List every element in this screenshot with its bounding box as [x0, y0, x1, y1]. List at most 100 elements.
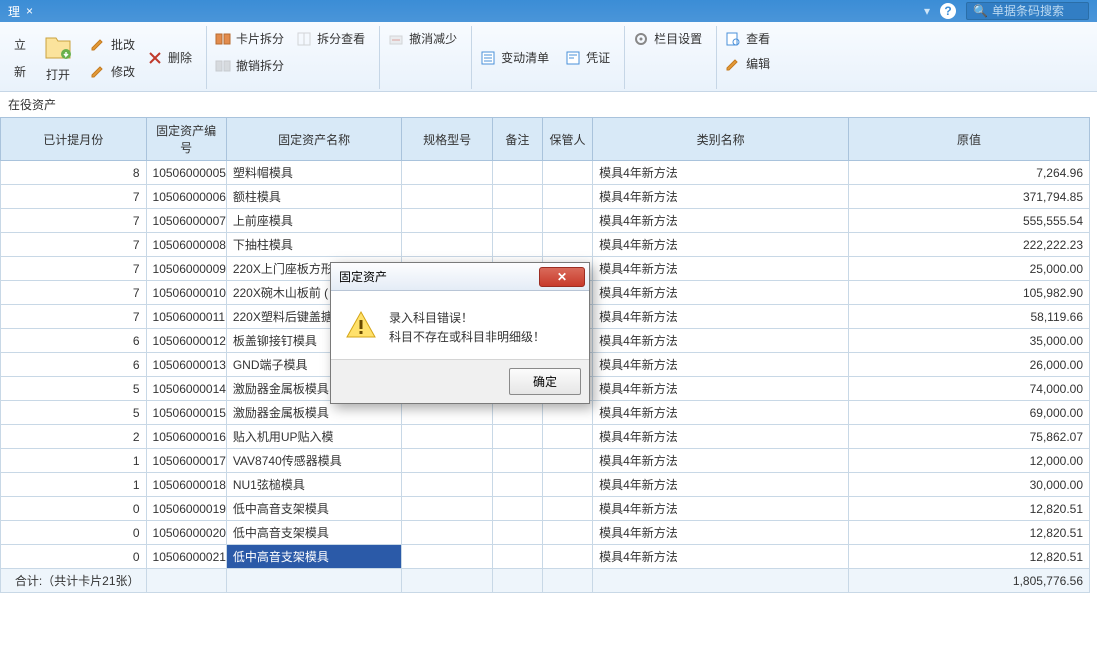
- cell-cat[interactable]: 模具4年新方法: [593, 377, 849, 401]
- cell-value[interactable]: 74,000.00: [849, 377, 1090, 401]
- cell-keeper[interactable]: [542, 425, 592, 449]
- cell-value[interactable]: 69,000.00: [849, 401, 1090, 425]
- cell-month[interactable]: 0: [1, 521, 147, 545]
- table-row[interactable]: 110506000017VAV8740传感器模具模具4年新方法12,000.00: [1, 449, 1090, 473]
- cell-note[interactable]: [492, 425, 542, 449]
- cell-code[interactable]: 10506000021: [146, 545, 226, 569]
- cell-code[interactable]: 10506000020: [146, 521, 226, 545]
- cell-code[interactable]: 10506000011: [146, 305, 226, 329]
- split-view-button[interactable]: 拆分查看: [292, 28, 369, 49]
- help-icon[interactable]: ?: [940, 3, 956, 19]
- cell-keeper[interactable]: [542, 521, 592, 545]
- cell-value[interactable]: 12,000.00: [849, 449, 1090, 473]
- delete-button[interactable]: 删除: [143, 47, 196, 68]
- cell-note[interactable]: [492, 497, 542, 521]
- cell-cat[interactable]: 模具4年新方法: [593, 185, 849, 209]
- tool-new-bottom[interactable]: 新: [10, 61, 30, 82]
- cell-cat[interactable]: 模具4年新方法: [593, 473, 849, 497]
- edit-button[interactable]: 编辑: [721, 53, 774, 74]
- cell-code[interactable]: 10506000007: [146, 209, 226, 233]
- dialog-ok-button[interactable]: 确定: [509, 368, 581, 395]
- cell-code[interactable]: 10506000013: [146, 353, 226, 377]
- cell-cat[interactable]: 模具4年新方法: [593, 209, 849, 233]
- cell-month[interactable]: 7: [1, 185, 147, 209]
- dialog-titlebar[interactable]: 固定资产 ✕: [331, 263, 589, 291]
- cell-note[interactable]: [492, 161, 542, 185]
- cell-name[interactable]: 贴入机用UP贴入模: [226, 425, 402, 449]
- cell-month[interactable]: 7: [1, 209, 147, 233]
- col-header-note[interactable]: 备注: [492, 118, 542, 161]
- change-list-button[interactable]: 变动清单: [476, 28, 553, 87]
- cell-month[interactable]: 5: [1, 401, 147, 425]
- horizontal-scrollbar[interactable]: [4, 601, 1092, 617]
- card-split-button[interactable]: 卡片拆分: [211, 28, 288, 49]
- table-row[interactable]: 710506000006额柱模具模具4年新方法371,794.85: [1, 185, 1090, 209]
- cell-value[interactable]: 75,862.07: [849, 425, 1090, 449]
- cell-spec[interactable]: [402, 161, 492, 185]
- undo-split-button[interactable]: 撤销拆分: [211, 55, 288, 76]
- search-input[interactable]: [992, 4, 1082, 18]
- cell-spec[interactable]: [402, 449, 492, 473]
- table-row[interactable]: 710506000007上前座模具模具4年新方法555,555.54: [1, 209, 1090, 233]
- cell-code[interactable]: 10506000014: [146, 377, 226, 401]
- cell-month[interactable]: 0: [1, 497, 147, 521]
- cell-code[interactable]: 10506000015: [146, 401, 226, 425]
- cell-code[interactable]: 10506000018: [146, 473, 226, 497]
- cell-cat[interactable]: 模具4年新方法: [593, 281, 849, 305]
- col-header-name[interactable]: 固定资产名称: [226, 118, 402, 161]
- cell-name[interactable]: 上前座模具: [226, 209, 402, 233]
- cell-cat[interactable]: 模具4年新方法: [593, 257, 849, 281]
- cell-value[interactable]: 25,000.00: [849, 257, 1090, 281]
- table-row[interactable]: 010506000021低中高音支架模具模具4年新方法12,820.51: [1, 545, 1090, 569]
- cell-name[interactable]: 额柱模具: [226, 185, 402, 209]
- cell-cat[interactable]: 模具4年新方法: [593, 449, 849, 473]
- cell-month[interactable]: 0: [1, 545, 147, 569]
- cell-keeper[interactable]: [542, 161, 592, 185]
- cell-cat[interactable]: 模具4年新方法: [593, 545, 849, 569]
- cell-cat[interactable]: 模具4年新方法: [593, 401, 849, 425]
- table-row[interactable]: 010506000019低中高音支架模具模具4年新方法12,820.51: [1, 497, 1090, 521]
- cell-code[interactable]: 10506000008: [146, 233, 226, 257]
- cell-code[interactable]: 10506000009: [146, 257, 226, 281]
- batch-button[interactable]: 批改: [86, 34, 139, 55]
- cell-name[interactable]: 低中高音支架模具: [226, 545, 402, 569]
- cell-month[interactable]: 8: [1, 161, 147, 185]
- cell-value[interactable]: 30,000.00: [849, 473, 1090, 497]
- cell-spec[interactable]: [402, 233, 492, 257]
- cell-value[interactable]: 35,000.00: [849, 329, 1090, 353]
- cell-note[interactable]: [492, 521, 542, 545]
- dialog-close-button[interactable]: ✕: [539, 267, 585, 287]
- col-header-month[interactable]: 已计提月份: [1, 118, 147, 161]
- cell-spec[interactable]: [402, 473, 492, 497]
- cell-note[interactable]: [492, 545, 542, 569]
- view-button[interactable]: 查看: [721, 28, 774, 49]
- cell-note[interactable]: [492, 449, 542, 473]
- cell-value[interactable]: 105,982.90: [849, 281, 1090, 305]
- cell-value[interactable]: 7,264.96: [849, 161, 1090, 185]
- table-row[interactable]: 710506000008下抽柱模具模具4年新方法222,222.23: [1, 233, 1090, 257]
- cell-value[interactable]: 26,000.00: [849, 353, 1090, 377]
- cell-cat[interactable]: 模具4年新方法: [593, 497, 849, 521]
- cell-month[interactable]: 6: [1, 353, 147, 377]
- cell-spec[interactable]: [402, 185, 492, 209]
- cell-month[interactable]: 1: [1, 449, 147, 473]
- cell-month[interactable]: 7: [1, 233, 147, 257]
- cell-keeper[interactable]: [542, 185, 592, 209]
- cell-value[interactable]: 12,820.51: [849, 521, 1090, 545]
- cell-month[interactable]: 7: [1, 257, 147, 281]
- cell-month[interactable]: 6: [1, 329, 147, 353]
- cell-cat[interactable]: 模具4年新方法: [593, 233, 849, 257]
- cell-name[interactable]: 塑料帽模具: [226, 161, 402, 185]
- col-header-spec[interactable]: 规格型号: [402, 118, 492, 161]
- cell-cat[interactable]: 模具4年新方法: [593, 521, 849, 545]
- cell-note[interactable]: [492, 185, 542, 209]
- dropdown-icon[interactable]: ▾: [924, 4, 930, 18]
- tool-new-top[interactable]: 立: [10, 34, 30, 55]
- table-row[interactable]: 210506000016贴入机用UP贴入模模具4年新方法75,862.07: [1, 425, 1090, 449]
- column-setting-button[interactable]: 栏目设置: [629, 28, 706, 49]
- search-box[interactable]: 🔍: [966, 2, 1089, 20]
- cell-cat[interactable]: 模具4年新方法: [593, 305, 849, 329]
- cell-keeper[interactable]: [542, 497, 592, 521]
- cell-name[interactable]: 低中高音支架模具: [226, 497, 402, 521]
- cell-spec[interactable]: [402, 521, 492, 545]
